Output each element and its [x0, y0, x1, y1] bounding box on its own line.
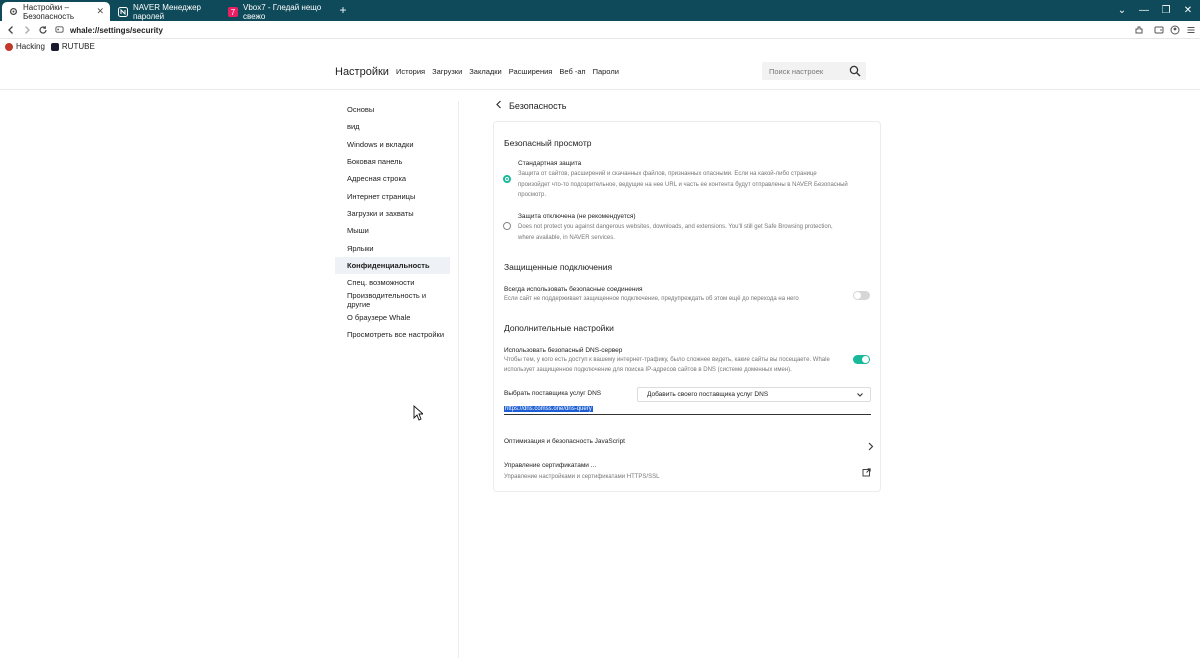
sidebar-item-web-pages[interactable]: Интернет страницы	[335, 187, 450, 204]
naver-icon	[118, 6, 128, 17]
sidebar-item-appearance[interactable]: вид	[335, 118, 450, 135]
bookmark-label: RUTUBE	[61, 42, 95, 51]
tab-title: Vbox7 - Гледай нещо свежо	[243, 2, 322, 21]
https-only-toggle[interactable]	[853, 291, 870, 300]
section-title-safe-browsing: Безопасный просмотр	[504, 138, 592, 148]
no-protection-title: Защита отключена (не рекомендуется)	[518, 213, 636, 220]
hacking-icon	[5, 42, 13, 51]
secure-dns-desc: Чтобы тем, у кого есть доступ к вашему и…	[504, 357, 830, 373]
custom-dns-input[interactable]: https://dns.comss.one/dns-query	[504, 406, 871, 415]
settings-sidebar: Основы вид Windows и вкладки Боковая пан…	[335, 101, 450, 343]
dns-provider-select[interactable]: Добавить своего поставщика услуг DNS	[637, 387, 871, 402]
forward-arrow-icon[interactable]	[20, 23, 34, 37]
radio-standard-protection[interactable]	[503, 175, 511, 183]
reload-icon[interactable]	[36, 23, 50, 37]
radio-no-protection[interactable]	[503, 222, 511, 230]
new-tab-button[interactable]: +	[336, 3, 350, 17]
profile-icon[interactable]	[1168, 23, 1182, 37]
sidebar-item-all-settings[interactable]: Просмотреть все настройки	[335, 326, 450, 343]
tab-list-icon[interactable]: ⌄	[1115, 4, 1129, 18]
https-only-desc: Если сайт не поддерживает защищенное под…	[504, 296, 799, 302]
search-placeholder: Поиск настроек	[769, 66, 824, 76]
search-icon[interactable]	[849, 65, 861, 77]
page-title: Безопасность	[509, 100, 567, 111]
custom-dns-url: https://dns.comss.one/dns-query	[504, 406, 593, 412]
nav-extensions[interactable]: Расширения	[509, 67, 553, 76]
bookmark-rutube[interactable]: RUTUBE	[50, 42, 95, 51]
close-tab-icon[interactable]: ✕	[96, 6, 104, 17]
settings-search-input[interactable]: Поиск настроек	[762, 62, 866, 80]
vbox7-icon: 7	[228, 6, 238, 17]
settings-title: Настройки	[335, 66, 389, 78]
rutube-icon	[50, 42, 59, 51]
sidebar-item-privacy[interactable]: Конфиденциальность	[335, 256, 450, 274]
sidebar-item-basics[interactable]: Основы	[335, 101, 450, 118]
security-card: Безопасный просмотр Стандартная защита З…	[493, 121, 881, 492]
sidebar-item-about[interactable]: О браузере Whale	[335, 309, 450, 326]
javascript-settings-link[interactable]: Оптимизация и безопасность JavaScript	[494, 436, 882, 451]
certificates-desc: Управление настройками и сертификатами H…	[504, 474, 660, 480]
address-bar[interactable]: whale://settings/security	[55, 22, 1125, 38]
minimize-icon[interactable]: —	[1137, 4, 1151, 18]
section-title-secure-connections: Защищенные подключения	[504, 262, 613, 272]
sidebar-item-accessibility[interactable]: Спец. возможности	[335, 274, 450, 291]
sidebar-item-sidebar[interactable]: Боковая панель	[335, 153, 450, 170]
sidebar-item-downloads[interactable]: Загрузки и захваты	[335, 205, 450, 222]
open-external-icon	[862, 464, 871, 482]
sidebar-item-address-bar[interactable]: Адресная строка	[335, 170, 450, 187]
certificates-title: Управление сертификатами ...	[504, 462, 597, 469]
secure-dns-toggle[interactable]	[853, 355, 870, 364]
sidebar-item-mouse[interactable]: Мыши	[335, 222, 450, 239]
sidebar-item-performance[interactable]: Производительность и другие	[335, 291, 450, 309]
sidebar-item-windows-tabs[interactable]: Windows и вкладки	[335, 136, 450, 153]
section-title-advanced: Дополнительные настройки	[504, 323, 614, 333]
nav-web-apps[interactable]: Веб -ап	[559, 67, 585, 76]
javascript-settings-title: Оптимизация и безопасность JavaScript	[504, 438, 625, 445]
secure-dns-title: Использовать безопасный DNS-сервер	[504, 347, 623, 354]
tab-title: NAVER Менеджер паролей	[133, 2, 202, 21]
url-text: whale://settings/security	[70, 25, 163, 35]
gear-icon	[8, 7, 18, 17]
settings-header: Настройки История Загрузки Закладки Расш…	[0, 54, 1200, 90]
sidebar-divider	[458, 101, 459, 658]
certificates-link[interactable]: Управление сертификатами ... Управление …	[494, 460, 882, 482]
no-protection-desc: Does not protect you against dangerous w…	[518, 224, 833, 241]
back-button[interactable]: Безопасность	[495, 100, 566, 111]
tab-title: Настройки – Безопасность	[23, 2, 75, 21]
sidebar-item-shortcuts[interactable]: Ярлыки	[335, 239, 450, 256]
chevron-down-icon	[856, 391, 864, 401]
bookmarks-bar: Hacking RUTUBE	[0, 39, 1200, 54]
dns-provider-label: Выбрать поставщика услуг DNS	[504, 390, 602, 397]
standard-protection-title: Стандартная защита	[518, 160, 582, 167]
extension-icon[interactable]	[1132, 23, 1146, 37]
bookmark-label: Hacking	[16, 42, 45, 51]
mouse-cursor-icon	[413, 405, 423, 421]
tab-strip: Настройки – Безопасность ✕ NAVER Менедже…	[0, 0, 1200, 21]
nav-history[interactable]: История	[396, 67, 425, 76]
chevron-right-icon	[867, 438, 874, 456]
chevron-left-icon	[495, 100, 503, 111]
settings-nav: История Загрузки Закладки Расширения Веб…	[396, 67, 619, 76]
address-toolbar: whale://settings/security	[0, 21, 1200, 39]
site-info-icon[interactable]	[55, 25, 64, 36]
standard-protection-desc: Защита от сайтов, расширений и скачанных…	[518, 171, 848, 198]
bookmark-hacking[interactable]: Hacking	[5, 42, 45, 51]
tab-naver-passwords[interactable]: NAVER Менеджер паролей	[112, 2, 220, 21]
nav-downloads[interactable]: Загрузки	[432, 67, 462, 76]
close-window-icon[interactable]: ✕	[1181, 4, 1195, 18]
menu-icon[interactable]	[1184, 23, 1198, 37]
tab-settings[interactable]: Настройки – Безопасность ✕	[2, 2, 110, 21]
dns-provider-value: Добавить своего поставщика услуг DNS	[647, 391, 769, 398]
https-only-title: Всегда использовать безопасные соединени…	[504, 286, 643, 293]
nav-bookmarks[interactable]: Закладки	[469, 67, 501, 76]
svg-text:7: 7	[231, 8, 236, 17]
wallet-icon[interactable]	[1152, 23, 1166, 37]
nav-passwords[interactable]: Пароли	[593, 67, 619, 76]
back-arrow-icon[interactable]	[4, 23, 18, 37]
tab-vbox7[interactable]: 7 Vbox7 - Гледай нещо свежо	[222, 2, 332, 21]
restore-icon[interactable]: ❐	[1159, 4, 1173, 18]
